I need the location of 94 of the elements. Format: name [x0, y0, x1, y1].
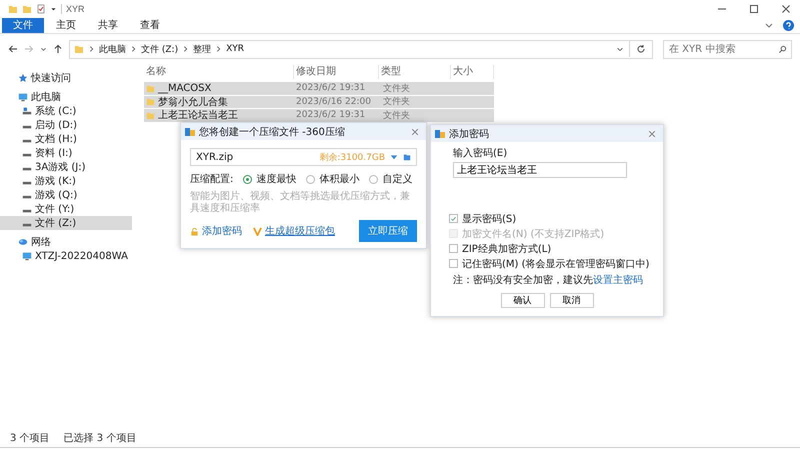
- checkbox-option[interactable]: ZIP经典加密方式(L): [449, 242, 552, 255]
- status-text: 3 个项目: [10, 432, 50, 445]
- chevron-right-icon: [89, 45, 94, 53]
- window-title: XYR: [66, 4, 85, 14]
- sidebar-item[interactable]: 文件 (Y:): [0, 202, 132, 216]
- note-text: 注：密码没有安全加密，建议先: [453, 275, 593, 286]
- breadcrumb[interactable]: 整理: [193, 42, 212, 56]
- sidebar-item[interactable]: 网络: [0, 235, 132, 249]
- help-icon[interactable]: [783, 20, 794, 30]
- super-pack-link[interactable]: 生成超级压缩包: [265, 224, 335, 238]
- maximize-icon[interactable]: [749, 4, 759, 14]
- table-cell-text: 2023/6/2 19:31: [295, 83, 366, 94]
- table-cell-text: 2023/6/2 19:31: [295, 110, 366, 120]
- chevron-right-icon: [183, 45, 188, 53]
- radio-option[interactable]: 体积最小: [306, 172, 360, 186]
- sidebar-item[interactable]: 启动 (D:): [0, 118, 132, 132]
- address-bar[interactable]: 此电脑 文件 (Z:) 整理 XYR: [69, 40, 653, 58]
- close-icon[interactable]: [781, 4, 791, 14]
- archive-icon: [435, 128, 445, 138]
- column-header[interactable]: 修改日期: [294, 65, 379, 79]
- compress-button[interactable]: 立即压缩: [359, 220, 417, 242]
- sidebar-item[interactable]: 游戏 (K:): [0, 174, 132, 188]
- ribbon-tab[interactable]: 共享: [88, 18, 128, 32]
- dialog-title: 添加密码: [449, 128, 489, 140]
- ribbon-tab[interactable]: 主页: [46, 18, 86, 32]
- file-row[interactable]: 上老王论坛当老王 2023/6/2 19:31 文件夹: [144, 109, 494, 122]
- search-icon: [778, 44, 787, 54]
- radio-button[interactable]: [243, 174, 252, 184]
- archive-icon: [185, 126, 195, 136]
- dialog-button[interactable]: 确认: [500, 293, 544, 308]
- lock-icon: [190, 226, 199, 236]
- chevron-right-icon: [131, 45, 136, 53]
- checkbox[interactable]: [449, 259, 458, 268]
- column-header[interactable]: 大小: [451, 65, 494, 79]
- table-cell-text: 梦翁小允儿合集: [158, 96, 228, 109]
- radio-option[interactable]: 自定义: [369, 172, 412, 186]
- folder-icon: [74, 44, 84, 54]
- breadcrumb[interactable]: XYR: [226, 44, 244, 54]
- password-field[interactable]: 上老王论坛当老王: [453, 162, 627, 178]
- network-icon: [18, 237, 28, 247]
- radio-button[interactable]: [369, 174, 378, 184]
- checkbox[interactable]: [449, 214, 458, 223]
- sidebar-item[interactable]: 资料 (I:): [0, 146, 132, 160]
- dialog-title: 您将创建一个压缩文件 -360压缩: [199, 126, 345, 138]
- properties-icon[interactable]: [36, 4, 46, 14]
- table-cell-text: 文件夹: [382, 82, 411, 95]
- table-cell-text: 文件夹: [382, 110, 411, 122]
- sidebar-item[interactable]: XTZJ-20220408WA: [0, 249, 132, 263]
- folder-icon[interactable]: [403, 153, 411, 161]
- table-cell-text: 上老王论坛当老王: [158, 108, 238, 122]
- system-drive-icon: [22, 106, 32, 116]
- column-header[interactable]: 类型: [379, 65, 451, 79]
- radio-option[interactable]: 速度最快: [243, 172, 296, 186]
- breadcrumb[interactable]: 此电脑: [99, 42, 126, 56]
- ribbon-tab[interactable]: 查看: [130, 18, 170, 32]
- computer-icon: [18, 92, 28, 102]
- field-label: 输入密码(E): [453, 146, 508, 160]
- sidebar-item[interactable]: 系统 (C:): [0, 104, 132, 118]
- search-field[interactable]: 在 XYR 中搜索: [663, 40, 792, 58]
- file-row[interactable]: __MACOSX 2023/6/2 19:31 文件夹: [144, 82, 494, 94]
- sidebar-item[interactable]: 快速访问: [0, 71, 132, 85]
- sidebar-item[interactable]: 文档 (H:): [0, 132, 132, 146]
- set-master-password-link[interactable]: 设置主密码: [593, 275, 643, 286]
- column-header[interactable]: 名称: [144, 65, 294, 79]
- table-cell-text: 文件夹: [382, 96, 411, 108]
- table-cell: __MACOSX: [158, 82, 212, 94]
- v-icon: [253, 226, 262, 236]
- dialog-button[interactable]: 取消: [550, 293, 594, 308]
- close-icon[interactable]: [411, 128, 419, 136]
- ribbon-tab[interactable]: 文件: [2, 18, 44, 32]
- checkbox[interactable]: [449, 244, 458, 253]
- chevron-right-icon: [216, 45, 222, 53]
- add-password-link[interactable]: 添加密码: [202, 224, 242, 238]
- free-space: 剩余:3100.7GB: [319, 152, 385, 164]
- back-arrow-icon[interactable]: [8, 44, 18, 54]
- checkbox-option[interactable]: 显示密码(S): [449, 212, 516, 225]
- file-row[interactable]: 梦翁小允儿合集 2023/6/16 22:00 文件夹: [144, 96, 494, 108]
- dropdown-icon[interactable]: [616, 45, 624, 53]
- up-arrow-icon[interactable]: [53, 44, 63, 54]
- computer-icon: [22, 251, 32, 261]
- config-label: 压缩配置:: [190, 172, 234, 186]
- star-icon: [18, 73, 28, 83]
- sidebar-item[interactable]: 3A游戏 (J:): [0, 160, 132, 174]
- sidebar-item[interactable]: 游戏 (Q:): [0, 188, 132, 202]
- checkbox-option[interactable]: 记住密码(M) (将会显示在管理密码窗口中): [449, 257, 650, 270]
- status-text: 已选择 3 个项目: [64, 432, 136, 445]
- table-cell-text: 2023/6/16 22:00: [295, 96, 372, 107]
- breadcrumb[interactable]: 文件 (Z:): [141, 42, 178, 56]
- filename-field[interactable]: XYR.zip 剩余:3100.7GB: [190, 148, 417, 166]
- radio-button[interactable]: [306, 174, 316, 184]
- sidebar-item[interactable]: 文件 (Z:): [0, 216, 132, 230]
- hint-text: 智能为图片、视频、文档等挑选最优压缩方式，兼具速度和压缩率: [190, 191, 411, 215]
- close-icon[interactable]: [648, 130, 656, 138]
- sidebar-item[interactable]: 此电脑: [0, 90, 132, 104]
